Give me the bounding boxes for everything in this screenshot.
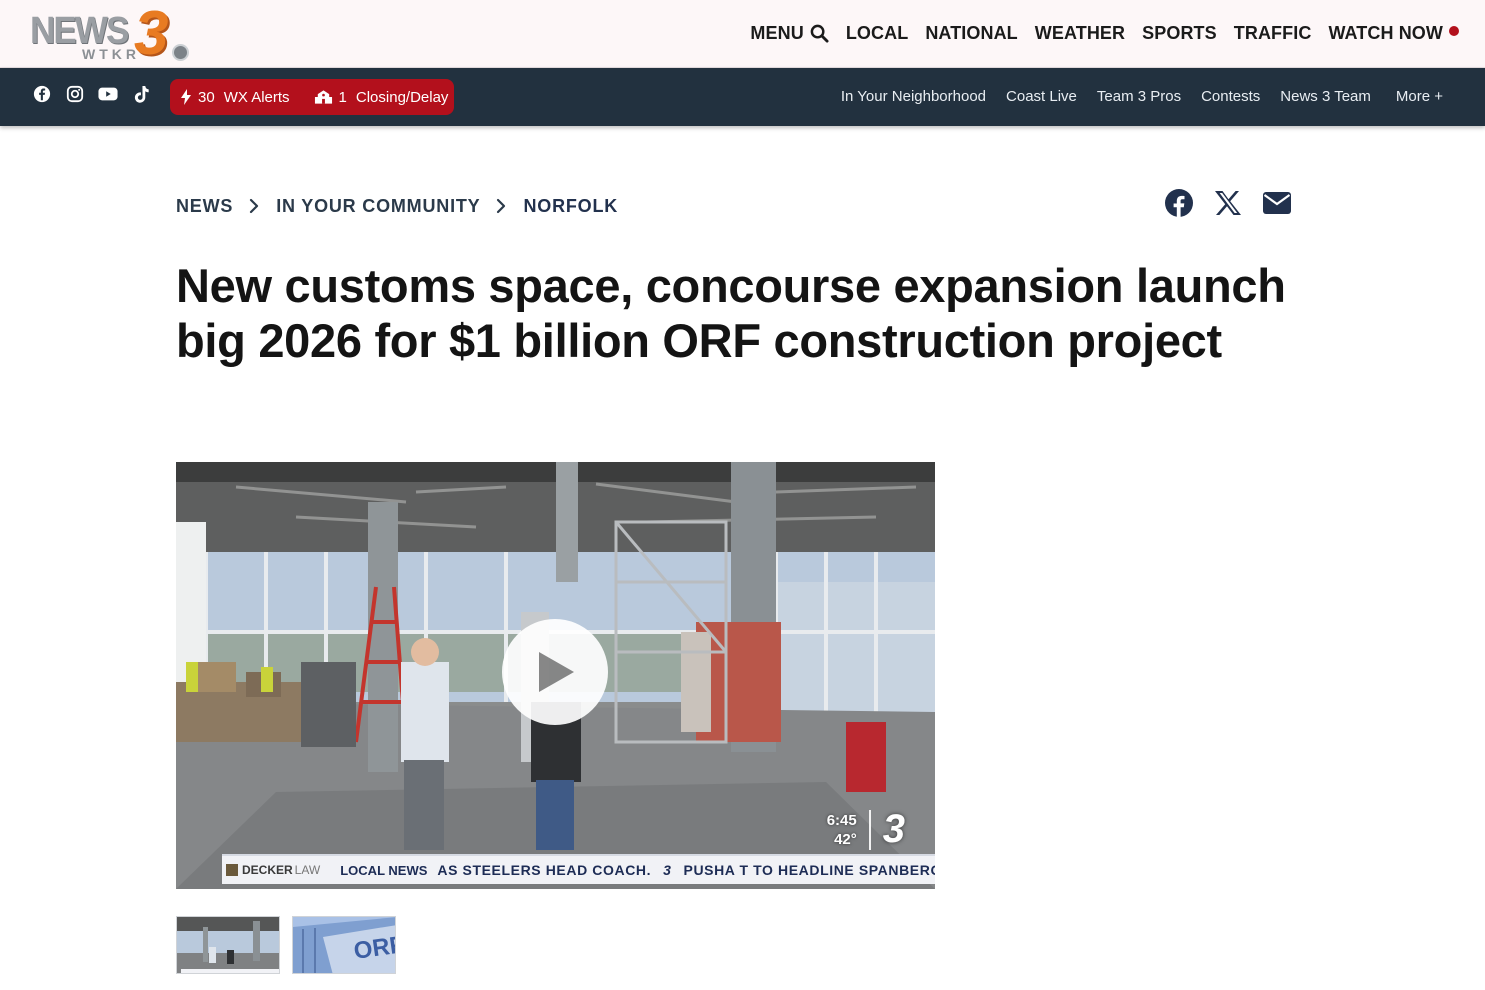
ticker-text-1: AS STEELERS HEAD COACH. bbox=[437, 862, 652, 878]
ticker-label: LOCAL NEWS bbox=[340, 862, 428, 878]
subnav-team-3-pros[interactable]: Team 3 Pros bbox=[1097, 88, 1181, 105]
breadcrumb-in-your-community[interactable]: IN YOUR COMMUNITY bbox=[276, 196, 480, 217]
live-indicator-icon bbox=[1449, 25, 1459, 36]
ticker-sponsor: DECKER LAW bbox=[222, 863, 330, 877]
wx-alerts-link[interactable]: 30 WX Alerts bbox=[180, 89, 290, 106]
subnav-more-button[interactable]: More + bbox=[1396, 88, 1443, 105]
email-share-icon[interactable] bbox=[1261, 187, 1293, 219]
closings-link[interactable]: 1 Closing/Delay bbox=[314, 88, 449, 106]
wx-alerts-label: WX Alerts bbox=[223, 88, 290, 106]
main-nav: MENU LOCAL NATIONAL WEATHER SPORTS TRAFF… bbox=[750, 20, 1459, 46]
lightning-icon bbox=[181, 89, 191, 105]
site-header: NEWS WTKR 3 MENU LOCAL NATIONAL WEATHER … bbox=[0, 0, 1485, 68]
play-button[interactable] bbox=[502, 619, 608, 725]
wx-alerts-count: 30 bbox=[198, 88, 215, 106]
nav-traffic[interactable]: TRAFFIC bbox=[1234, 23, 1312, 44]
secondary-nav: In Your Neighborhood Coast Live Team 3 P… bbox=[821, 88, 1443, 105]
news3-wtkr-logo[interactable]: NEWS WTKR 3 bbox=[30, 0, 192, 68]
breadcrumb-norfolk[interactable]: NORFOLK bbox=[523, 196, 618, 217]
closings-label: Closing/Delay bbox=[355, 88, 449, 106]
thumbnail-image[interactable]: ORF bbox=[292, 916, 396, 974]
breadcrumb-news[interactable]: NEWS bbox=[176, 196, 233, 217]
secondary-bar: 30 WX Alerts 1 Closing/Delay In Your Nei… bbox=[0, 68, 1485, 126]
menu-label: MENU bbox=[750, 22, 804, 43]
school-building-icon bbox=[314, 90, 332, 104]
ticker-sponsor-name: DECKER bbox=[242, 863, 293, 877]
video-player[interactable]: 6:45 42° 3 DECKER LAW LOCAL NEWS AS STEEL… bbox=[176, 462, 935, 889]
chevron-right-icon bbox=[496, 198, 506, 214]
chevron-right-icon bbox=[249, 198, 259, 214]
share-bar bbox=[1163, 187, 1310, 219]
news-ticker: DECKER LAW LOCAL NEWS AS STEELERS HEAD CO… bbox=[222, 854, 935, 884]
nav-watch-now[interactable]: WATCH NOW bbox=[1328, 23, 1459, 44]
logo-wtkr-text: WTKR bbox=[82, 46, 140, 62]
ticker-sponsor-suffix: LAW bbox=[294, 863, 321, 877]
decker-law-logo-icon bbox=[226, 864, 238, 876]
logo-number: 3 bbox=[134, 0, 169, 68]
thumbnail-video[interactable] bbox=[176, 916, 280, 974]
cbs-eye-icon bbox=[172, 44, 189, 61]
watch-now-label: WATCH NOW bbox=[1328, 22, 1443, 43]
social-links bbox=[32, 84, 164, 104]
subnav-coast-live[interactable]: Coast Live bbox=[1006, 88, 1077, 105]
nav-sports[interactable]: SPORTS bbox=[1142, 23, 1217, 44]
nav-weather[interactable]: WEATHER bbox=[1035, 23, 1125, 44]
article-headline: New customs space, concourse expansion l… bbox=[176, 259, 1286, 367]
subnav-news-3-team[interactable]: News 3 Team bbox=[1280, 88, 1371, 105]
subnav-contests[interactable]: Contests bbox=[1201, 88, 1260, 105]
nav-local[interactable]: LOCAL bbox=[846, 23, 909, 44]
search-icon[interactable] bbox=[810, 24, 829, 43]
ticker-text-2: PUSHA T TO HEADLINE SPANBERGER I bbox=[683, 862, 936, 878]
ticker-crawl: AS STEELERS HEAD COACH. 3 PUSHA T TO HEADL… bbox=[437, 862, 935, 878]
bug-time: 6:45 bbox=[826, 811, 857, 829]
nav-national[interactable]: NATIONAL bbox=[925, 23, 1017, 44]
subnav-in-your-neighborhood[interactable]: In Your Neighborhood bbox=[841, 88, 986, 105]
bug-time-temp: 6:45 42° bbox=[827, 811, 857, 849]
facebook-share-icon[interactable] bbox=[1163, 187, 1195, 219]
tiktok-icon[interactable] bbox=[131, 84, 151, 104]
x-share-icon[interactable] bbox=[1212, 187, 1244, 219]
youtube-icon[interactable] bbox=[98, 84, 118, 104]
facebook-icon[interactable] bbox=[32, 84, 52, 104]
station-bug: 6:45 42° 3 bbox=[827, 807, 905, 852]
play-icon bbox=[539, 652, 574, 692]
menu-button[interactable]: MENU bbox=[750, 22, 829, 44]
instagram-icon[interactable] bbox=[65, 84, 85, 104]
breadcrumb: NEWS IN YOUR COMMUNITY NORFOLK bbox=[176, 193, 618, 219]
ticker-separator-logo: 3 bbox=[663, 862, 672, 878]
bug-channel-logo: 3 bbox=[882, 807, 905, 851]
closings-count: 1 bbox=[338, 88, 347, 106]
alerts-pill: 30 WX Alerts 1 Closing/Delay bbox=[170, 79, 454, 115]
media-thumbnails: ORF bbox=[176, 916, 408, 974]
bug-divider bbox=[868, 809, 871, 850]
bug-temperature: 42° bbox=[834, 830, 857, 848]
